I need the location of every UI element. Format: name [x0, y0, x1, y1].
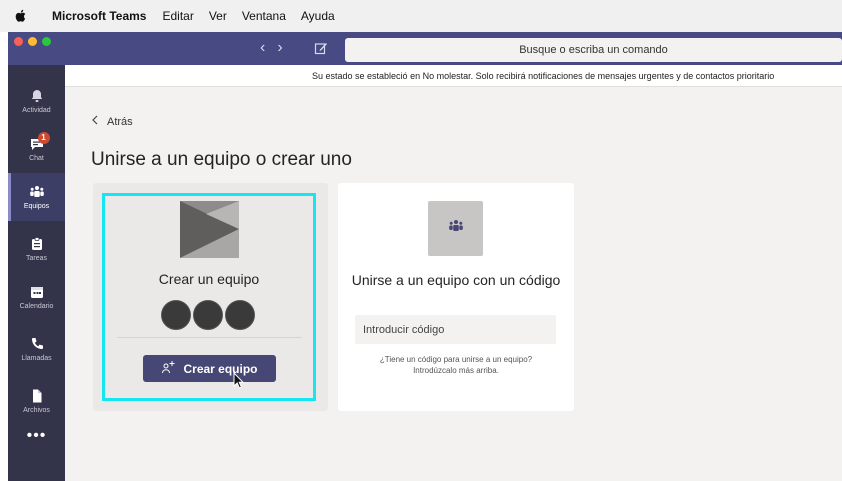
rail-item-llamadas[interactable]: Llamadas	[8, 325, 65, 373]
calendar-icon	[29, 284, 45, 300]
rail-label: Calendario	[19, 303, 54, 310]
teams-icon	[448, 218, 464, 239]
search-placeholder: Busque o escriba un comando	[519, 44, 668, 56]
menu-ayuda[interactable]: Ayuda	[301, 9, 335, 23]
bell-icon	[29, 88, 45, 104]
menu-ver[interactable]: Ver	[209, 9, 227, 23]
apple-icon[interactable]	[14, 9, 28, 23]
create-team-button-label: Crear equipo	[183, 361, 258, 376]
rail-label: Equipos	[23, 203, 50, 210]
search-command-box[interactable]: Busque o escriba un comando	[345, 38, 842, 62]
rail-item-equipos[interactable]: Equipos	[8, 173, 65, 221]
rail-item-tareas[interactable]: Tareas	[8, 225, 65, 273]
teams-icon	[29, 184, 45, 200]
avatar	[225, 300, 255, 330]
mouse-pointer-icon	[233, 371, 245, 390]
chat-unread-badge: 1	[37, 132, 50, 144]
rail-item-chat[interactable]: 1 Chat	[8, 125, 65, 173]
create-team-button[interactable]: Crear equipo	[143, 355, 276, 382]
back-label: Atrás	[107, 115, 133, 128]
rail-label: Archivos	[23, 407, 50, 414]
rail-item-calendario[interactable]: Calendario	[8, 273, 65, 321]
close-window-button[interactable]	[14, 37, 23, 46]
join-help-line: Introdúzcalo más arriba.	[413, 366, 499, 375]
chat-icon: 1	[29, 132, 50, 152]
mac-menu-bar: Microsoft Teams Editar Ver Ventana Ayuda	[0, 0, 842, 32]
back-arrow-icon[interactable]: ‹	[260, 40, 265, 56]
window-controls	[14, 37, 51, 46]
phone-icon	[29, 336, 45, 352]
dnd-notice-banner: Su estado se estableció en No molestar. …	[65, 65, 842, 87]
rail-label: Llamadas	[21, 355, 52, 362]
tasks-icon	[29, 236, 45, 252]
team-placeholder-image-icon	[180, 201, 239, 258]
teams-title-bar: ‹ › Busque o escriba un comando	[8, 32, 842, 65]
rail-item-archivos[interactable]: Archivos	[8, 377, 65, 425]
chevron-left-icon	[91, 115, 99, 128]
page-title: Unirse a un equipo o crear uno	[91, 149, 352, 170]
join-team-title: Unirse a un equipo con un código	[351, 272, 561, 288]
join-help-text: ¿Tiene un código para unirse a un equipo…	[348, 354, 564, 376]
rail-label: Tareas	[25, 255, 47, 262]
minimize-window-button[interactable]	[28, 37, 37, 46]
new-chat-compose-icon[interactable]	[314, 41, 328, 55]
join-help-line: ¿Tiene un código para unirse a un equipo…	[379, 355, 533, 364]
back-link[interactable]: Atrás	[91, 115, 133, 128]
team-code-input[interactable]	[355, 315, 556, 344]
app-rail: Actividad 1 Chat Equipos Tareas Calendar…	[8, 65, 65, 481]
menu-editar[interactable]: Editar	[162, 9, 193, 23]
add-team-icon	[161, 360, 175, 377]
more-apps-button[interactable]: •••	[8, 427, 65, 445]
history-nav: ‹ ›	[260, 40, 283, 56]
avatar	[193, 300, 223, 330]
files-icon	[29, 388, 45, 404]
app-name-menu[interactable]: Microsoft Teams	[52, 9, 146, 23]
menu-ventana[interactable]: Ventana	[242, 9, 286, 23]
create-team-title: Crear un equipo	[158, 271, 260, 287]
zoom-window-button[interactable]	[42, 37, 51, 46]
forward-arrow-icon[interactable]: ›	[277, 40, 282, 56]
rail-item-actividad[interactable]: Actividad	[8, 77, 65, 125]
join-team-image	[428, 201, 483, 256]
rail-label: Actividad	[22, 107, 51, 114]
main-content: Su estado se estableció en No molestar. …	[65, 65, 842, 481]
card-divider	[117, 337, 302, 338]
rail-label: Chat	[29, 155, 44, 162]
avatar	[161, 300, 191, 330]
member-avatars	[161, 300, 255, 330]
